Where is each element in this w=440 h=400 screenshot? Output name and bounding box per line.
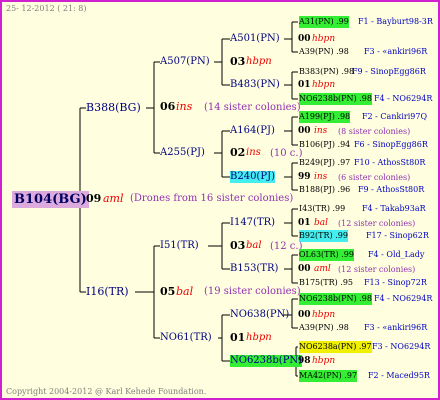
l3-7-gen: 98: [298, 356, 311, 366]
l4-3-id[interactable]: NO6238b(PN) .98: [299, 93, 372, 105]
l4-1-info: F3 - «ankiri96R: [364, 47, 428, 56]
l4-14-info: F3 - NO6294R: [372, 342, 431, 351]
l2-2-id[interactable]: I51(TR): [160, 240, 199, 252]
l2-0-id[interactable]: A507(PN): [160, 56, 210, 68]
l3-6-gen: 00: [298, 310, 311, 320]
l3-4-race: bal: [314, 218, 329, 228]
l4-12-info: F4 - NO6294R: [374, 294, 433, 303]
root-race: aml: [103, 192, 124, 205]
l4-5-id[interactable]: B106(PJ) .94: [299, 139, 350, 151]
l3-7-race: hbpn: [312, 356, 336, 366]
l3-5-id[interactable]: B153(TR): [230, 263, 278, 275]
l1-0-gen: 06: [160, 100, 176, 113]
root-queen-id[interactable]: B104(BG): [12, 191, 89, 208]
l4-2-id[interactable]: B383(PN) .98: [299, 66, 354, 78]
l4-11-info: F13 - Sinop72R: [364, 278, 427, 287]
l2-2-race: bal: [246, 240, 262, 251]
root-gen: 09: [86, 192, 102, 205]
l4-11-id[interactable]: B175(TR) .95: [299, 277, 353, 289]
l1-1-id[interactable]: I16(TR): [86, 286, 129, 298]
l4-5-info: F6 - SinopEgg86R: [354, 140, 428, 149]
l4-0-info: F1 - Bayburt98-3R: [358, 17, 433, 26]
l3-0-id[interactable]: A501(PN): [230, 33, 280, 45]
l3-2-id[interactable]: A164(PJ): [230, 125, 275, 137]
l1-0-race: ins: [176, 100, 193, 113]
l3-3-race: ins: [314, 172, 328, 182]
l4-7-id[interactable]: B188(PJ) .96: [299, 184, 350, 196]
l4-10-id[interactable]: OL63(TR) .99: [299, 249, 354, 261]
l1-0-id[interactable]: B388(BG): [86, 102, 141, 114]
l4-4-info: F2 - Cankiri97Q: [362, 112, 427, 121]
l4-9-id[interactable]: B92(TR) .99: [299, 230, 348, 242]
l4-6-info: F10 - AthosSt80R: [354, 158, 426, 167]
l2-1-gen: 02: [230, 146, 246, 159]
l3-5-gen: 00: [298, 264, 311, 274]
l3-1-id[interactable]: B483(PN): [230, 79, 280, 91]
l4-1-id[interactable]: A39(PN) .98: [299, 46, 349, 58]
l4-0-id[interactable]: A31(PN) .99: [299, 16, 349, 28]
l2-3-gen: 01: [230, 331, 246, 344]
l3-4-note: (12 sister colonies): [338, 219, 416, 228]
copyright: Copyright 2004-2012 @ Karl Kehede Founda…: [6, 387, 207, 396]
l3-2-race: ins: [314, 126, 328, 136]
l2-1-race: ins: [246, 147, 261, 158]
l4-4-id[interactable]: A199(PJ) .98: [299, 111, 351, 123]
l4-10-info: F4 - Old_Lady: [368, 250, 425, 259]
l3-5-race: aml: [314, 264, 331, 274]
l3-1-race: hbpn: [312, 80, 336, 90]
root-note: (Drones from 16 sister colonies): [130, 193, 294, 204]
l4-7-info: F9 - AthosSt80R: [358, 185, 425, 194]
l2-0-gen: 03: [230, 55, 246, 68]
l3-0-gen: 00: [298, 34, 311, 44]
l1-1-race: bal: [176, 285, 194, 298]
l3-4-gen: 01: [298, 218, 311, 228]
l3-7-id[interactable]: NO6238b(PN): [230, 355, 303, 367]
l1-0-note: (14 sister colonies): [204, 102, 301, 113]
l3-5-note: (12 sister colonies): [338, 265, 416, 274]
date-stamp: 25- 12-2012 ( 21: 8): [6, 4, 87, 13]
l1-1-gen: 05: [160, 285, 176, 298]
l3-4-id[interactable]: I147(TR): [230, 217, 275, 229]
l4-8-info: F4 - Takab93aR: [362, 204, 426, 213]
l2-3-race: hbpn: [246, 332, 272, 343]
l2-1-note: (10 c.): [270, 148, 303, 159]
l3-0-race: hbpn: [312, 34, 336, 44]
l2-0-race: hbpn: [246, 56, 272, 67]
l1-1-note: (19 sister colonies): [204, 286, 301, 297]
l3-3-id[interactable]: B240(PJ): [230, 171, 275, 183]
l2-2-note: (12 c.): [270, 241, 303, 252]
l3-3-gen: 99: [298, 172, 311, 182]
l2-1-id[interactable]: A255(PJ): [160, 147, 205, 159]
l3-1-gen: 01: [298, 80, 311, 90]
l4-9-info: F17 - Sinop62R: [366, 231, 429, 240]
l4-2-info: F9 - SinopEgg86R: [352, 67, 426, 76]
l4-12-id[interactable]: NO6238b(PN) .98: [299, 293, 372, 305]
l3-2-note: (8 sister colonies): [338, 127, 411, 136]
l4-15-id[interactable]: MA42(PN) .97: [299, 370, 358, 382]
l3-6-race: hbpn: [312, 310, 336, 320]
l4-6-id[interactable]: B249(PJ) .97: [299, 157, 350, 169]
l4-13-info: F3 - «ankiri96R: [364, 323, 428, 332]
l4-13-id[interactable]: A39(PN) .98: [299, 322, 349, 334]
l3-3-note: (6 sister colonies): [338, 173, 411, 182]
l4-8-id[interactable]: I43(TR) .99: [299, 203, 345, 215]
l2-2-gen: 03: [230, 239, 246, 252]
l2-3-id[interactable]: NO61(TR): [160, 332, 212, 344]
l3-6-id[interactable]: NO638(PN): [230, 309, 289, 321]
l3-2-gen: 00: [298, 126, 311, 136]
l4-3-info: F4 - NO6294R: [374, 94, 433, 103]
l4-15-info: F2 - Maced95R: [368, 371, 430, 380]
l4-14-id[interactable]: NO6238a(PN) .97: [299, 341, 372, 353]
